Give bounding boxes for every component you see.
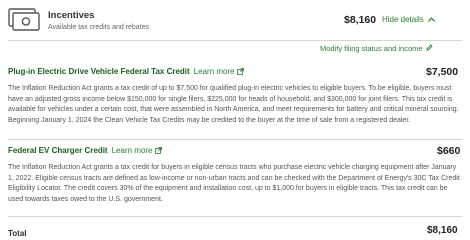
ev-tax-credit-amount: $7,500 bbox=[426, 66, 459, 78]
chevron-up-icon bbox=[427, 17, 435, 24]
total-amount: $8,160 bbox=[427, 225, 458, 236]
section-divider bbox=[8, 139, 462, 140]
pencil-icon bbox=[426, 44, 433, 53]
hide-details-button[interactable]: Hide details bbox=[382, 15, 435, 24]
ev-tax-credit-learn-more-link[interactable]: Learn more bbox=[194, 67, 244, 76]
incentives-subtitle: Available tax credits and rebates bbox=[48, 24, 150, 31]
ev-charger-credit-amount: $660 bbox=[437, 145, 461, 157]
ev-tax-credit-title: Plug-in Electric Drive Vehicle Federal T… bbox=[8, 67, 244, 77]
total-label: Total bbox=[8, 229, 27, 238]
header-divider bbox=[8, 40, 462, 41]
incentives-amount: $8,160 bbox=[344, 14, 377, 26]
ev-charger-credit-name: Federal EV Charger Credit bbox=[8, 146, 108, 155]
incentives-title: Incentives bbox=[48, 10, 95, 21]
ev-charger-credit-title: Federal EV Charger Credit Learn more bbox=[8, 146, 162, 156]
incentives-header: Incentives Available tax credits and reb… bbox=[0, 0, 470, 42]
total-divider bbox=[8, 216, 462, 217]
external-link-icon bbox=[236, 68, 244, 77]
modify-filing-label: Modify filing status and income bbox=[320, 44, 423, 53]
ev-tax-credit-description: The Inflation Reduction Act grants a tax… bbox=[8, 85, 459, 124]
ev-tax-credit-name: Plug-in Electric Drive Vehicle Federal T… bbox=[8, 67, 190, 76]
learn-more-label: Learn more bbox=[193, 67, 235, 76]
money-icon bbox=[8, 8, 40, 32]
ev-charger-credit-description: The Inflation Reduction Act grants a tax… bbox=[8, 164, 460, 203]
modify-filing-link[interactable]: Modify filing status and income bbox=[320, 44, 433, 53]
learn-more-label: Learn more bbox=[111, 146, 153, 155]
hide-details-label: Hide details bbox=[382, 15, 424, 24]
external-link-icon bbox=[154, 147, 162, 156]
ev-charger-credit-learn-more-link[interactable]: Learn more bbox=[112, 146, 162, 155]
